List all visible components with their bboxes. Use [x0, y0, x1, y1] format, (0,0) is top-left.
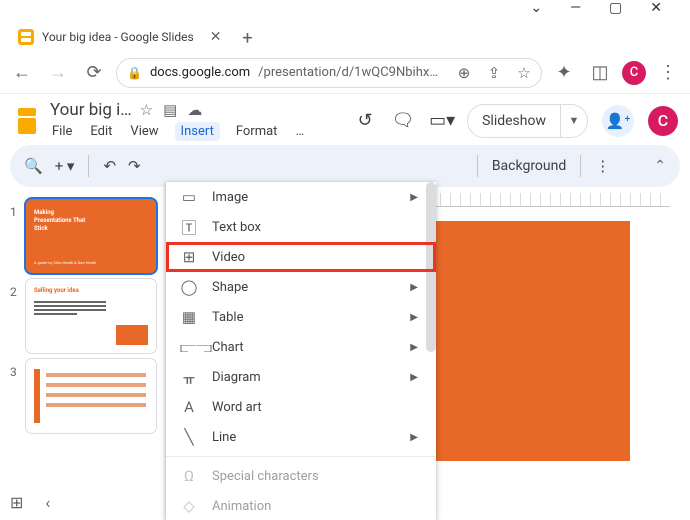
- menu-item-icon: ╲: [180, 428, 198, 446]
- slide-thumbnail-2[interactable]: Selling your idea: [26, 279, 156, 353]
- slideshow-dropdown[interactable]: ▼: [561, 114, 587, 127]
- more-toolbar-icon[interactable]: ⋮: [595, 157, 610, 175]
- menu-item-icon: ◯: [180, 278, 198, 296]
- undo-button[interactable]: ↶: [103, 157, 116, 175]
- browser-tab[interactable]: Your big idea - Google Slides ✕: [8, 22, 233, 52]
- submenu-arrow-icon: ▶: [410, 192, 418, 203]
- slide-filmstrip: 1 MakingPresentations ThatStick A guide …: [0, 193, 170, 483]
- forward-button[interactable]: →: [44, 59, 72, 87]
- insert-menu-text-box[interactable]: 🅃Text box: [166, 212, 436, 242]
- comments-icon[interactable]: 🗨: [391, 110, 415, 131]
- menu-item-icon: ▭: [180, 188, 198, 206]
- insert-menu-image[interactable]: ▭Image▶: [166, 182, 436, 212]
- insert-menu-animation: ◇Animation: [166, 491, 436, 520]
- insert-menu-special-characters: ΩSpecial characters: [166, 461, 436, 491]
- toolbar: 🔍 + ▾ ↶ ↷ Background ⋮ ⌃: [10, 145, 680, 187]
- present-camera-icon[interactable]: ▭▾: [429, 110, 453, 131]
- url-path: /presentation/d/1wQC9NbihxEo…: [258, 65, 445, 80]
- menu-edit[interactable]: Edit: [88, 122, 114, 141]
- star-icon[interactable]: ☆: [513, 64, 535, 82]
- menu-item-icon: A: [180, 398, 198, 416]
- back-button[interactable]: ←: [8, 59, 36, 87]
- tab-title: Your big idea - Google Slides: [42, 30, 194, 44]
- insert-menu-word-art[interactable]: AWord art: [166, 392, 436, 422]
- menu-item-icon: ⫍⫎: [180, 338, 198, 356]
- menu-view[interactable]: View: [128, 122, 160, 141]
- star-doc-icon[interactable]: ☆: [140, 101, 153, 119]
- submenu-arrow-icon: ▶: [410, 282, 418, 293]
- close-window-icon[interactable]: ✕: [650, 0, 662, 16]
- submenu-arrow-icon: ▶: [410, 372, 418, 383]
- collapse-toolbar-icon[interactable]: ⌃: [654, 158, 666, 174]
- move-doc-icon[interactable]: ▤: [163, 101, 177, 119]
- close-tab-icon[interactable]: ✕: [210, 29, 222, 45]
- new-slide-button[interactable]: + ▾: [55, 157, 75, 175]
- menu-item-icon: ᚂ: [180, 368, 198, 386]
- account-avatar[interactable]: C: [648, 106, 678, 136]
- insert-menu-line[interactable]: ╲Line▶: [166, 422, 436, 452]
- redo-button[interactable]: ↷: [128, 157, 141, 175]
- menu-item-icon: ⊞: [180, 248, 198, 266]
- chrome-menu-icon[interactable]: ⋮: [654, 59, 682, 87]
- insert-menu-dropdown: ▭Image▶🅃Text box⊞Video◯Shape▶▦Table▶⫍⫎Ch…: [166, 182, 436, 520]
- url-host: docs.google.com: [150, 65, 250, 80]
- history-icon[interactable]: ↺: [353, 110, 377, 131]
- background-button[interactable]: Background: [492, 158, 566, 174]
- menu-file[interactable]: File: [50, 122, 74, 141]
- slides-app-icon[interactable]: [12, 106, 42, 136]
- cloud-status-icon[interactable]: ☁: [187, 101, 202, 119]
- menu-item-icon: ▦: [180, 308, 198, 326]
- submenu-arrow-icon: ▶: [410, 312, 418, 323]
- slide-thumbnail-1[interactable]: MakingPresentations ThatStick A guide by…: [26, 199, 156, 273]
- reload-button[interactable]: ⟳: [80, 59, 108, 87]
- maximize-icon[interactable]: ▢: [609, 0, 622, 16]
- slide-thumbnail-3[interactable]: [26, 359, 156, 433]
- thumb-number: 1: [10, 199, 20, 219]
- zoom-icon[interactable]: ⊕: [453, 64, 475, 82]
- menu-item-icon: Ω: [180, 467, 198, 485]
- menu-more[interactable]: …: [293, 122, 306, 141]
- submenu-arrow-icon: ▶: [410, 342, 418, 353]
- chevron-down-icon[interactable]: ⌄: [530, 0, 542, 16]
- profile-avatar[interactable]: C: [622, 61, 646, 85]
- submenu-arrow-icon: ▶: [410, 432, 418, 443]
- prev-slide-button[interactable]: ‹: [45, 493, 50, 512]
- share-button[interactable]: 👤⁺: [602, 105, 634, 137]
- insert-menu-video[interactable]: ⊞Video: [166, 242, 436, 272]
- grid-view-button[interactable]: ⊞: [10, 493, 23, 512]
- insert-menu-chart[interactable]: ⫍⫎Chart▶: [166, 332, 436, 362]
- menu-item-icon: ◇: [180, 497, 198, 515]
- share-url-icon[interactable]: ⇪: [483, 64, 505, 82]
- lock-icon: 🔒: [127, 66, 142, 80]
- menu-insert[interactable]: Insert: [175, 122, 220, 141]
- minimize-icon[interactable]: —: [570, 0, 581, 16]
- insert-menu-table[interactable]: ▦Table▶: [166, 302, 436, 332]
- thumb-number: 3: [10, 359, 20, 379]
- menu-format[interactable]: Format: [234, 122, 280, 141]
- new-tab-button[interactable]: +: [233, 24, 261, 52]
- address-bar[interactable]: 🔒 docs.google.com/presentation/d/1wQC9Nb…: [116, 58, 542, 88]
- menu-item-icon: 🅃: [180, 217, 198, 238]
- slideshow-button[interactable]: Slideshow ▼: [467, 104, 588, 138]
- insert-menu-shape[interactable]: ◯Shape▶: [166, 272, 436, 302]
- slides-favicon-icon: [18, 29, 34, 45]
- extensions-icon[interactable]: ✦: [550, 59, 578, 87]
- document-name[interactable]: Your big i…: [50, 100, 132, 120]
- sidepanel-icon[interactable]: ◫: [586, 59, 614, 87]
- thumb-number: 2: [10, 279, 20, 299]
- insert-menu-diagram[interactable]: ᚂDiagram▶: [166, 362, 436, 392]
- search-menus-button[interactable]: 🔍: [24, 157, 43, 175]
